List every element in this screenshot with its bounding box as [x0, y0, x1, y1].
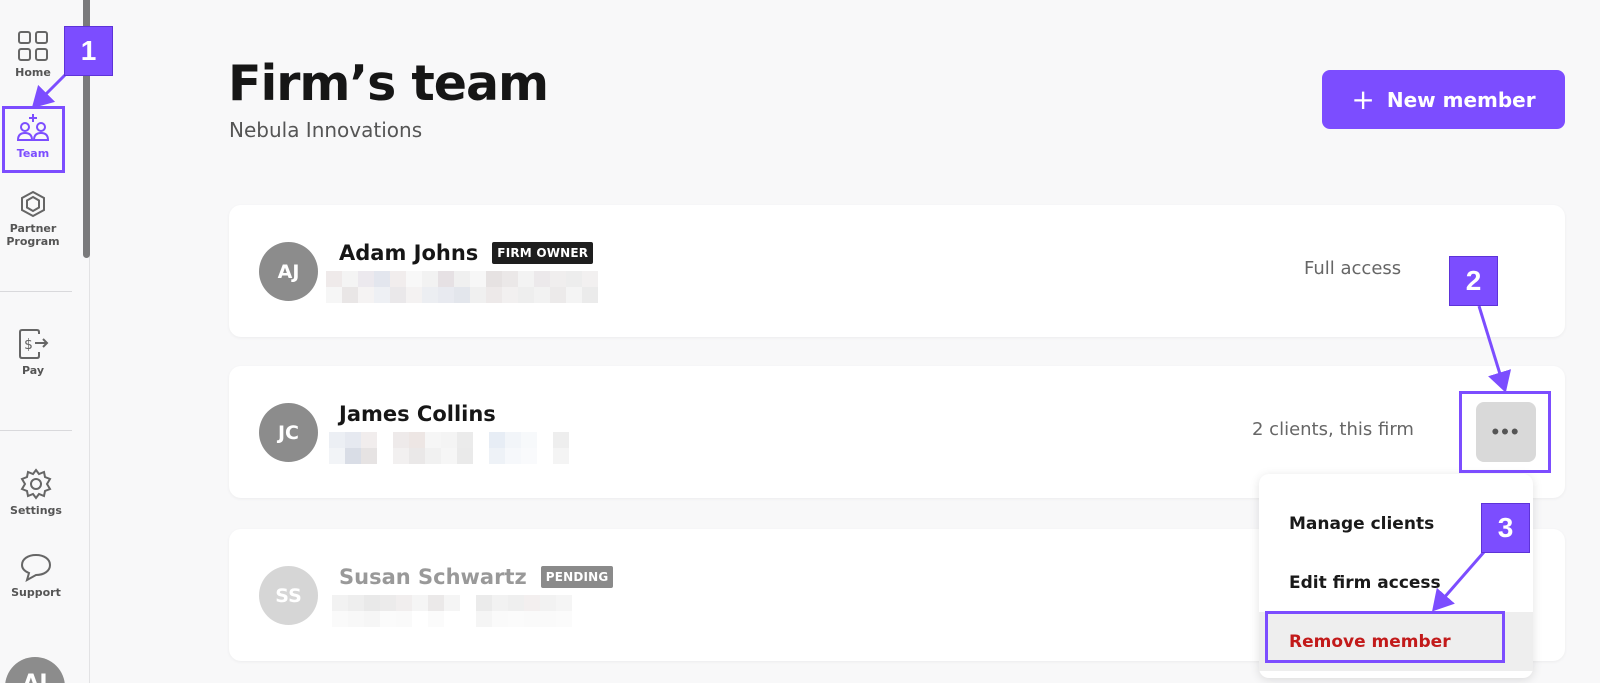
- redacted-email: [329, 432, 569, 464]
- sidebar: Home Team Partner Program $ Pay Settings…: [0, 0, 90, 683]
- role-badge: FIRM OWNER: [492, 242, 594, 264]
- pay-icon: $: [17, 328, 49, 360]
- sidebar-item-home[interactable]: Home: [0, 30, 66, 79]
- sidebar-item-support[interactable]: Support: [3, 552, 69, 599]
- member-name: Adam Johns: [339, 241, 479, 265]
- sidebar-item-label: Pay: [21, 364, 45, 377]
- edit-firm-access-option[interactable]: Edit firm access: [1259, 553, 1533, 612]
- avatar: JC: [259, 403, 318, 462]
- annotation-highlight-remove-member: [1265, 611, 1505, 663]
- chat-bubble-icon: [20, 552, 52, 582]
- plus-icon: +: [1351, 82, 1375, 116]
- page-title: Firm’s team: [228, 55, 549, 112]
- new-member-button[interactable]: + New member: [1322, 70, 1565, 129]
- avatar: AJ: [259, 242, 318, 301]
- new-member-label: New member: [1386, 87, 1536, 112]
- gear-icon: [20, 468, 52, 500]
- annotation-highlight-more-button: [1459, 391, 1551, 473]
- sidebar-item-label: Settings: [10, 504, 62, 517]
- member-name-row: Susan Schwartz PENDING: [339, 565, 614, 589]
- sidebar-item-label: Partner Program: [6, 222, 60, 248]
- grid-icon: [17, 30, 49, 62]
- firm-name: Nebula Innovations: [229, 118, 423, 142]
- sidebar-item-label: Home: [15, 66, 51, 79]
- access-level: Full access: [1304, 258, 1402, 279]
- svg-text:$: $: [24, 337, 33, 353]
- gem-icon: [19, 190, 47, 218]
- annotation-step-2: 2: [1449, 256, 1498, 306]
- redacted-email: [326, 271, 598, 303]
- avatar: SS: [259, 566, 318, 625]
- sidebar-item-pay[interactable]: $ Pay: [0, 328, 66, 377]
- member-name-row: Adam Johns FIRM OWNER: [339, 241, 594, 265]
- access-level: 2 clients, this firm: [1252, 419, 1414, 440]
- member-name: James Collins: [339, 402, 496, 426]
- user-avatar[interactable]: AJ: [5, 657, 65, 683]
- status-badge: PENDING: [540, 566, 614, 588]
- member-name-row: James Collins: [339, 402, 496, 426]
- annotation-highlight-team: [2, 106, 65, 173]
- redacted-email: [332, 595, 572, 627]
- annotation-step-3: 3: [1481, 503, 1530, 553]
- sidebar-item-label: Support: [11, 586, 61, 599]
- annotation-step-1: 1: [64, 26, 113, 76]
- sidebar-divider: [0, 291, 72, 292]
- sidebar-item-settings[interactable]: Settings: [3, 468, 69, 517]
- member-name: Susan Schwartz: [339, 565, 527, 589]
- member-card: AJ Adam Johns FIRM OWNER Full access: [229, 205, 1565, 337]
- sidebar-divider: [0, 430, 72, 431]
- sidebar-item-partner-program[interactable]: Partner Program: [0, 190, 66, 248]
